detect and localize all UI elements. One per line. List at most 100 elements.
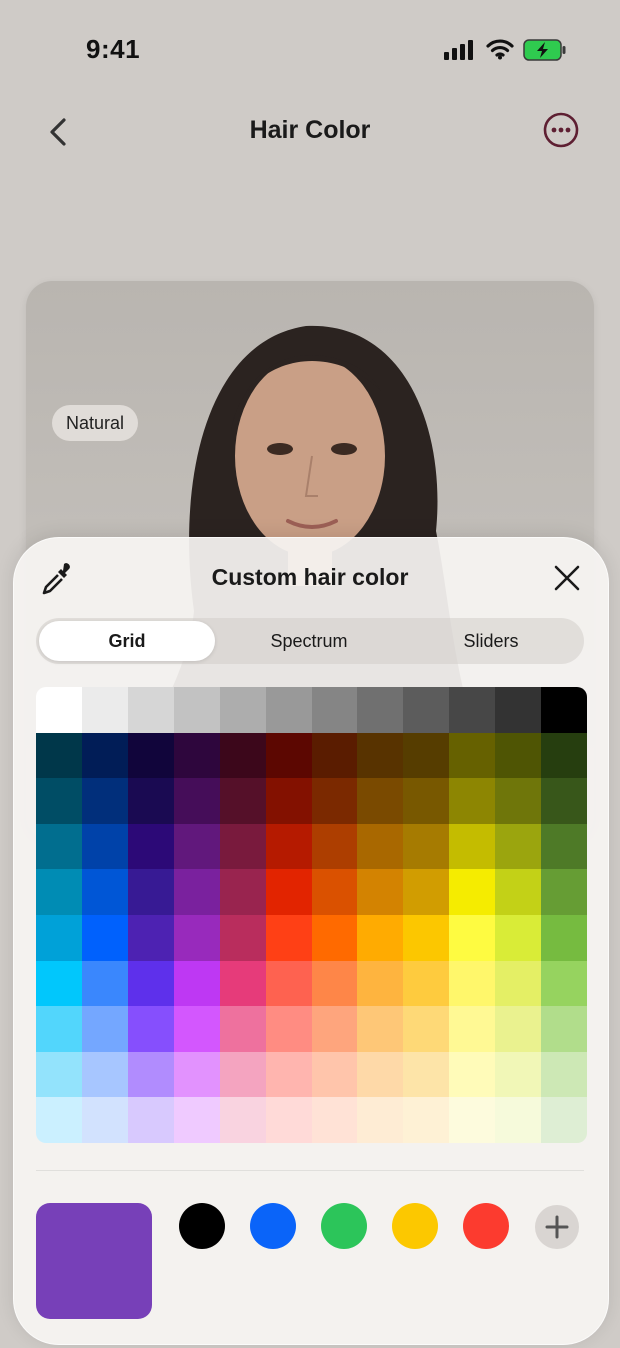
color-cell[interactable] [127, 687, 174, 733]
color-cell[interactable] [265, 823, 312, 870]
color-cell[interactable] [449, 732, 496, 779]
color-cell[interactable] [495, 914, 542, 961]
color-cell[interactable] [449, 869, 496, 915]
color-cell[interactable] [173, 1006, 220, 1052]
color-cell[interactable] [541, 960, 587, 1007]
color-cell[interactable] [357, 778, 404, 824]
swatch-red[interactable] [463, 1203, 509, 1249]
color-cell[interactable] [357, 823, 404, 870]
color-cell[interactable] [357, 1006, 404, 1052]
color-cell[interactable] [265, 869, 312, 915]
color-cell[interactable] [36, 914, 82, 961]
color-cell[interactable] [403, 1006, 450, 1052]
color-cell[interactable] [36, 1097, 82, 1143]
color-cell[interactable] [495, 1051, 542, 1098]
color-cell[interactable] [81, 1006, 128, 1052]
color-cell[interactable] [127, 1097, 174, 1143]
color-cell[interactable] [81, 778, 128, 824]
swatch-blue[interactable] [250, 1203, 296, 1249]
color-cell[interactable] [541, 1006, 587, 1052]
swatch-green[interactable] [321, 1203, 367, 1249]
color-cell[interactable] [541, 732, 587, 779]
color-cell[interactable] [311, 823, 358, 870]
color-cell[interactable] [173, 960, 220, 1007]
color-cell[interactable] [403, 823, 450, 870]
color-cell[interactable] [449, 1006, 496, 1052]
color-cell[interactable] [403, 687, 450, 733]
color-cell[interactable] [357, 1051, 404, 1098]
color-cell[interactable] [173, 869, 220, 915]
color-cell[interactable] [173, 778, 220, 824]
color-cell[interactable] [357, 1097, 404, 1143]
color-cell[interactable] [36, 823, 82, 870]
color-cell[interactable] [311, 869, 358, 915]
color-cell[interactable] [311, 960, 358, 1007]
color-cell[interactable] [541, 1097, 587, 1143]
color-cell[interactable] [265, 732, 312, 779]
color-cell[interactable] [265, 1051, 312, 1098]
close-icon[interactable] [550, 561, 584, 595]
color-cell[interactable] [449, 1051, 496, 1098]
color-cell[interactable] [449, 687, 496, 733]
color-cell[interactable] [449, 778, 496, 824]
color-cell[interactable] [81, 732, 128, 779]
swatch-black[interactable] [179, 1203, 225, 1249]
color-cell[interactable] [265, 1097, 312, 1143]
color-cell[interactable] [219, 732, 266, 779]
color-cell[interactable] [403, 914, 450, 961]
color-cell[interactable] [81, 1051, 128, 1098]
tab-spectrum[interactable]: Spectrum [221, 621, 397, 661]
color-cell[interactable] [357, 960, 404, 1007]
color-cell[interactable] [173, 914, 220, 961]
color-cell[interactable] [81, 869, 128, 915]
color-cell[interactable] [449, 960, 496, 1007]
color-cell[interactable] [403, 778, 450, 824]
color-cell[interactable] [265, 1006, 312, 1052]
ellipsis-circle-icon[interactable] [543, 112, 579, 148]
color-cell[interactable] [403, 869, 450, 915]
color-cell[interactable] [265, 687, 312, 733]
color-cell[interactable] [173, 732, 220, 779]
color-cell[interactable] [311, 914, 358, 961]
color-cell[interactable] [127, 732, 174, 779]
color-cell[interactable] [127, 869, 174, 915]
color-cell[interactable] [36, 960, 82, 1007]
color-cell[interactable] [127, 960, 174, 1007]
color-cell[interactable] [173, 1097, 220, 1143]
color-cell[interactable] [357, 869, 404, 915]
color-cell[interactable] [81, 687, 128, 733]
color-cell[interactable] [265, 960, 312, 1007]
color-cell[interactable] [81, 914, 128, 961]
color-cell[interactable] [36, 778, 82, 824]
color-cell[interactable] [357, 687, 404, 733]
color-cell[interactable] [173, 687, 220, 733]
color-cell[interactable] [449, 914, 496, 961]
color-cell[interactable] [357, 732, 404, 779]
color-cell[interactable] [36, 1006, 82, 1052]
color-cell[interactable] [265, 778, 312, 824]
color-cell[interactable] [36, 1051, 82, 1098]
color-cell[interactable] [541, 914, 587, 961]
color-cell[interactable] [541, 687, 587, 733]
color-cell[interactable] [449, 1097, 496, 1143]
color-cell[interactable] [173, 1051, 220, 1098]
tab-grid[interactable]: Grid [39, 621, 215, 661]
color-cell[interactable] [127, 778, 174, 824]
add-swatch-button[interactable] [535, 1205, 579, 1249]
color-cell[interactable] [495, 687, 542, 733]
color-cell[interactable] [265, 914, 312, 961]
color-cell[interactable] [311, 732, 358, 779]
color-cell[interactable] [495, 823, 542, 870]
swatch-yellow[interactable] [392, 1203, 438, 1249]
color-cell[interactable] [127, 823, 174, 870]
color-cell[interactable] [495, 732, 542, 779]
color-cell[interactable] [81, 823, 128, 870]
color-cell[interactable] [36, 687, 82, 733]
color-cell[interactable] [219, 869, 266, 915]
color-cell[interactable] [311, 1051, 358, 1098]
color-cell[interactable] [311, 1097, 358, 1143]
color-cell[interactable] [173, 823, 220, 870]
color-cell[interactable] [81, 1097, 128, 1143]
color-cell[interactable] [219, 823, 266, 870]
color-cell[interactable] [36, 869, 82, 915]
